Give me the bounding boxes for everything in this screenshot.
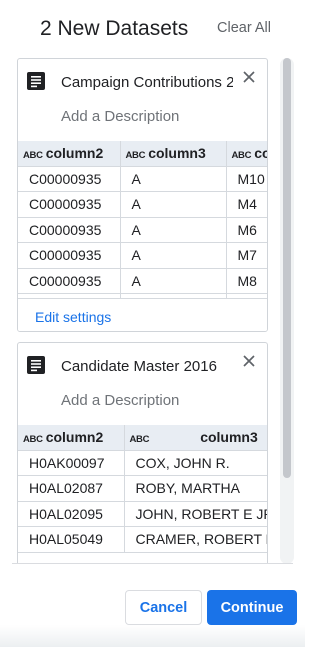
- scrollbar-thumb[interactable]: [283, 58, 291, 478]
- table-cell: H0AK00097: [18, 450, 124, 476]
- table-cell: H0AL02095: [18, 501, 124, 527]
- table-row: H0AK00097 COX, JOHN R.: [18, 450, 267, 476]
- preview-table: ABCcolumn2 ABCcolumn3 ABCcolumn4 C000009…: [18, 141, 267, 320]
- table-row: H0AL02087 ROBY, MARTHA: [18, 475, 267, 502]
- card-footer: Edit settings: [18, 298, 267, 331]
- document-icon: [27, 356, 45, 374]
- table-cell: A: [119, 217, 226, 243]
- table-cell: M6: [225, 217, 267, 243]
- table-cell: M8: [225, 268, 267, 294]
- table-row: H0AL02095 JOHN, ROBERT E JR: [18, 501, 267, 527]
- text-type-icon: ABC: [231, 150, 252, 162]
- table-row: C00000935 A M7: [18, 242, 267, 269]
- close-icon[interactable]: [241, 353, 257, 369]
- dataset-card: Candidate Master 2016 Add a Description …: [17, 342, 268, 564]
- column-header: ABC column3: [123, 425, 267, 451]
- table-cell: CRAMER, ROBERT E "BUD" JR: [123, 526, 267, 553]
- dataset-card: Campaign Contributions 2016 Add a Descri…: [17, 58, 268, 332]
- edit-settings-link[interactable]: Edit settings: [35, 309, 111, 325]
- table-header-row: ABCcolumn2 ABCcolumn3 ABCcolumn4: [18, 141, 267, 167]
- document-icon: [27, 72, 45, 90]
- table-cell: M7: [225, 242, 267, 269]
- table-cell: A: [119, 268, 226, 294]
- table-cell: C00000935: [18, 242, 120, 269]
- description-input[interactable]: Add a Description: [61, 108, 179, 125]
- dialog-header: 2 New Datasets Clear All: [0, 0, 305, 58]
- column-header: ABCcolumn4: [225, 141, 267, 167]
- table-row: C00000935 A M10: [18, 166, 267, 192]
- clear-all-button[interactable]: Clear All: [217, 20, 271, 36]
- table-cell: JOHN, ROBERT E JR: [123, 501, 267, 527]
- table-cell: H0AL02087: [18, 475, 124, 502]
- table-row: H0AL05049 CRAMER, ROBERT E "BUD" JR: [18, 526, 267, 553]
- text-type-icon: ABC: [23, 434, 43, 446]
- table-cell: H0AL05049: [18, 526, 124, 553]
- description-input[interactable]: Add a Description: [61, 392, 179, 409]
- preview-table: ABC column2 ABC column3 H0AK00097 COX, JOH…: [18, 425, 267, 553]
- datasets-scroll-area[interactable]: Campaign Contributions 2016 Add a Descri…: [0, 58, 305, 564]
- cancel-button[interactable]: Cancel: [125, 590, 202, 625]
- table-cell: A: [119, 191, 226, 218]
- table-row: C00000935 A M8: [18, 268, 267, 294]
- table-row: C00000935 A M6: [18, 217, 267, 243]
- text-type-icon: ABC: [23, 150, 43, 162]
- dialog-footer: Cancel Continue: [0, 564, 305, 647]
- column-header: ABC column3: [119, 141, 226, 167]
- text-type-icon: ABC: [129, 434, 150, 446]
- text-type-icon: ABC: [125, 150, 146, 162]
- footer-shadow: [0, 625, 305, 647]
- column-header: ABC column2: [18, 425, 124, 451]
- table-cell: C00000935: [18, 191, 120, 218]
- column-header: ABC column2: [18, 141, 120, 167]
- table-cell: C00000935: [18, 166, 120, 192]
- table-header-row: ABC column2 ABC column3: [18, 425, 267, 451]
- table-cell: ROBY, MARTHA: [123, 475, 267, 502]
- table-cell: COX, JOHN R.: [123, 450, 267, 476]
- continue-button[interactable]: Continue: [207, 590, 297, 625]
- table-cell: C00000935: [18, 268, 120, 294]
- dialog-title: 2 New Datasets: [40, 17, 189, 40]
- table-cell: A: [119, 166, 226, 192]
- table-cell: M10: [225, 166, 267, 192]
- dataset-title[interactable]: Campaign Contributions 2016: [61, 74, 233, 91]
- table-cell: C00000935: [18, 217, 120, 243]
- table-row: C00000935 A M4: [18, 191, 267, 218]
- table-cell: M4: [225, 191, 267, 218]
- close-icon[interactable]: [241, 69, 257, 85]
- table-cell: A: [119, 242, 226, 269]
- dataset-title[interactable]: Candidate Master 2016: [61, 358, 233, 375]
